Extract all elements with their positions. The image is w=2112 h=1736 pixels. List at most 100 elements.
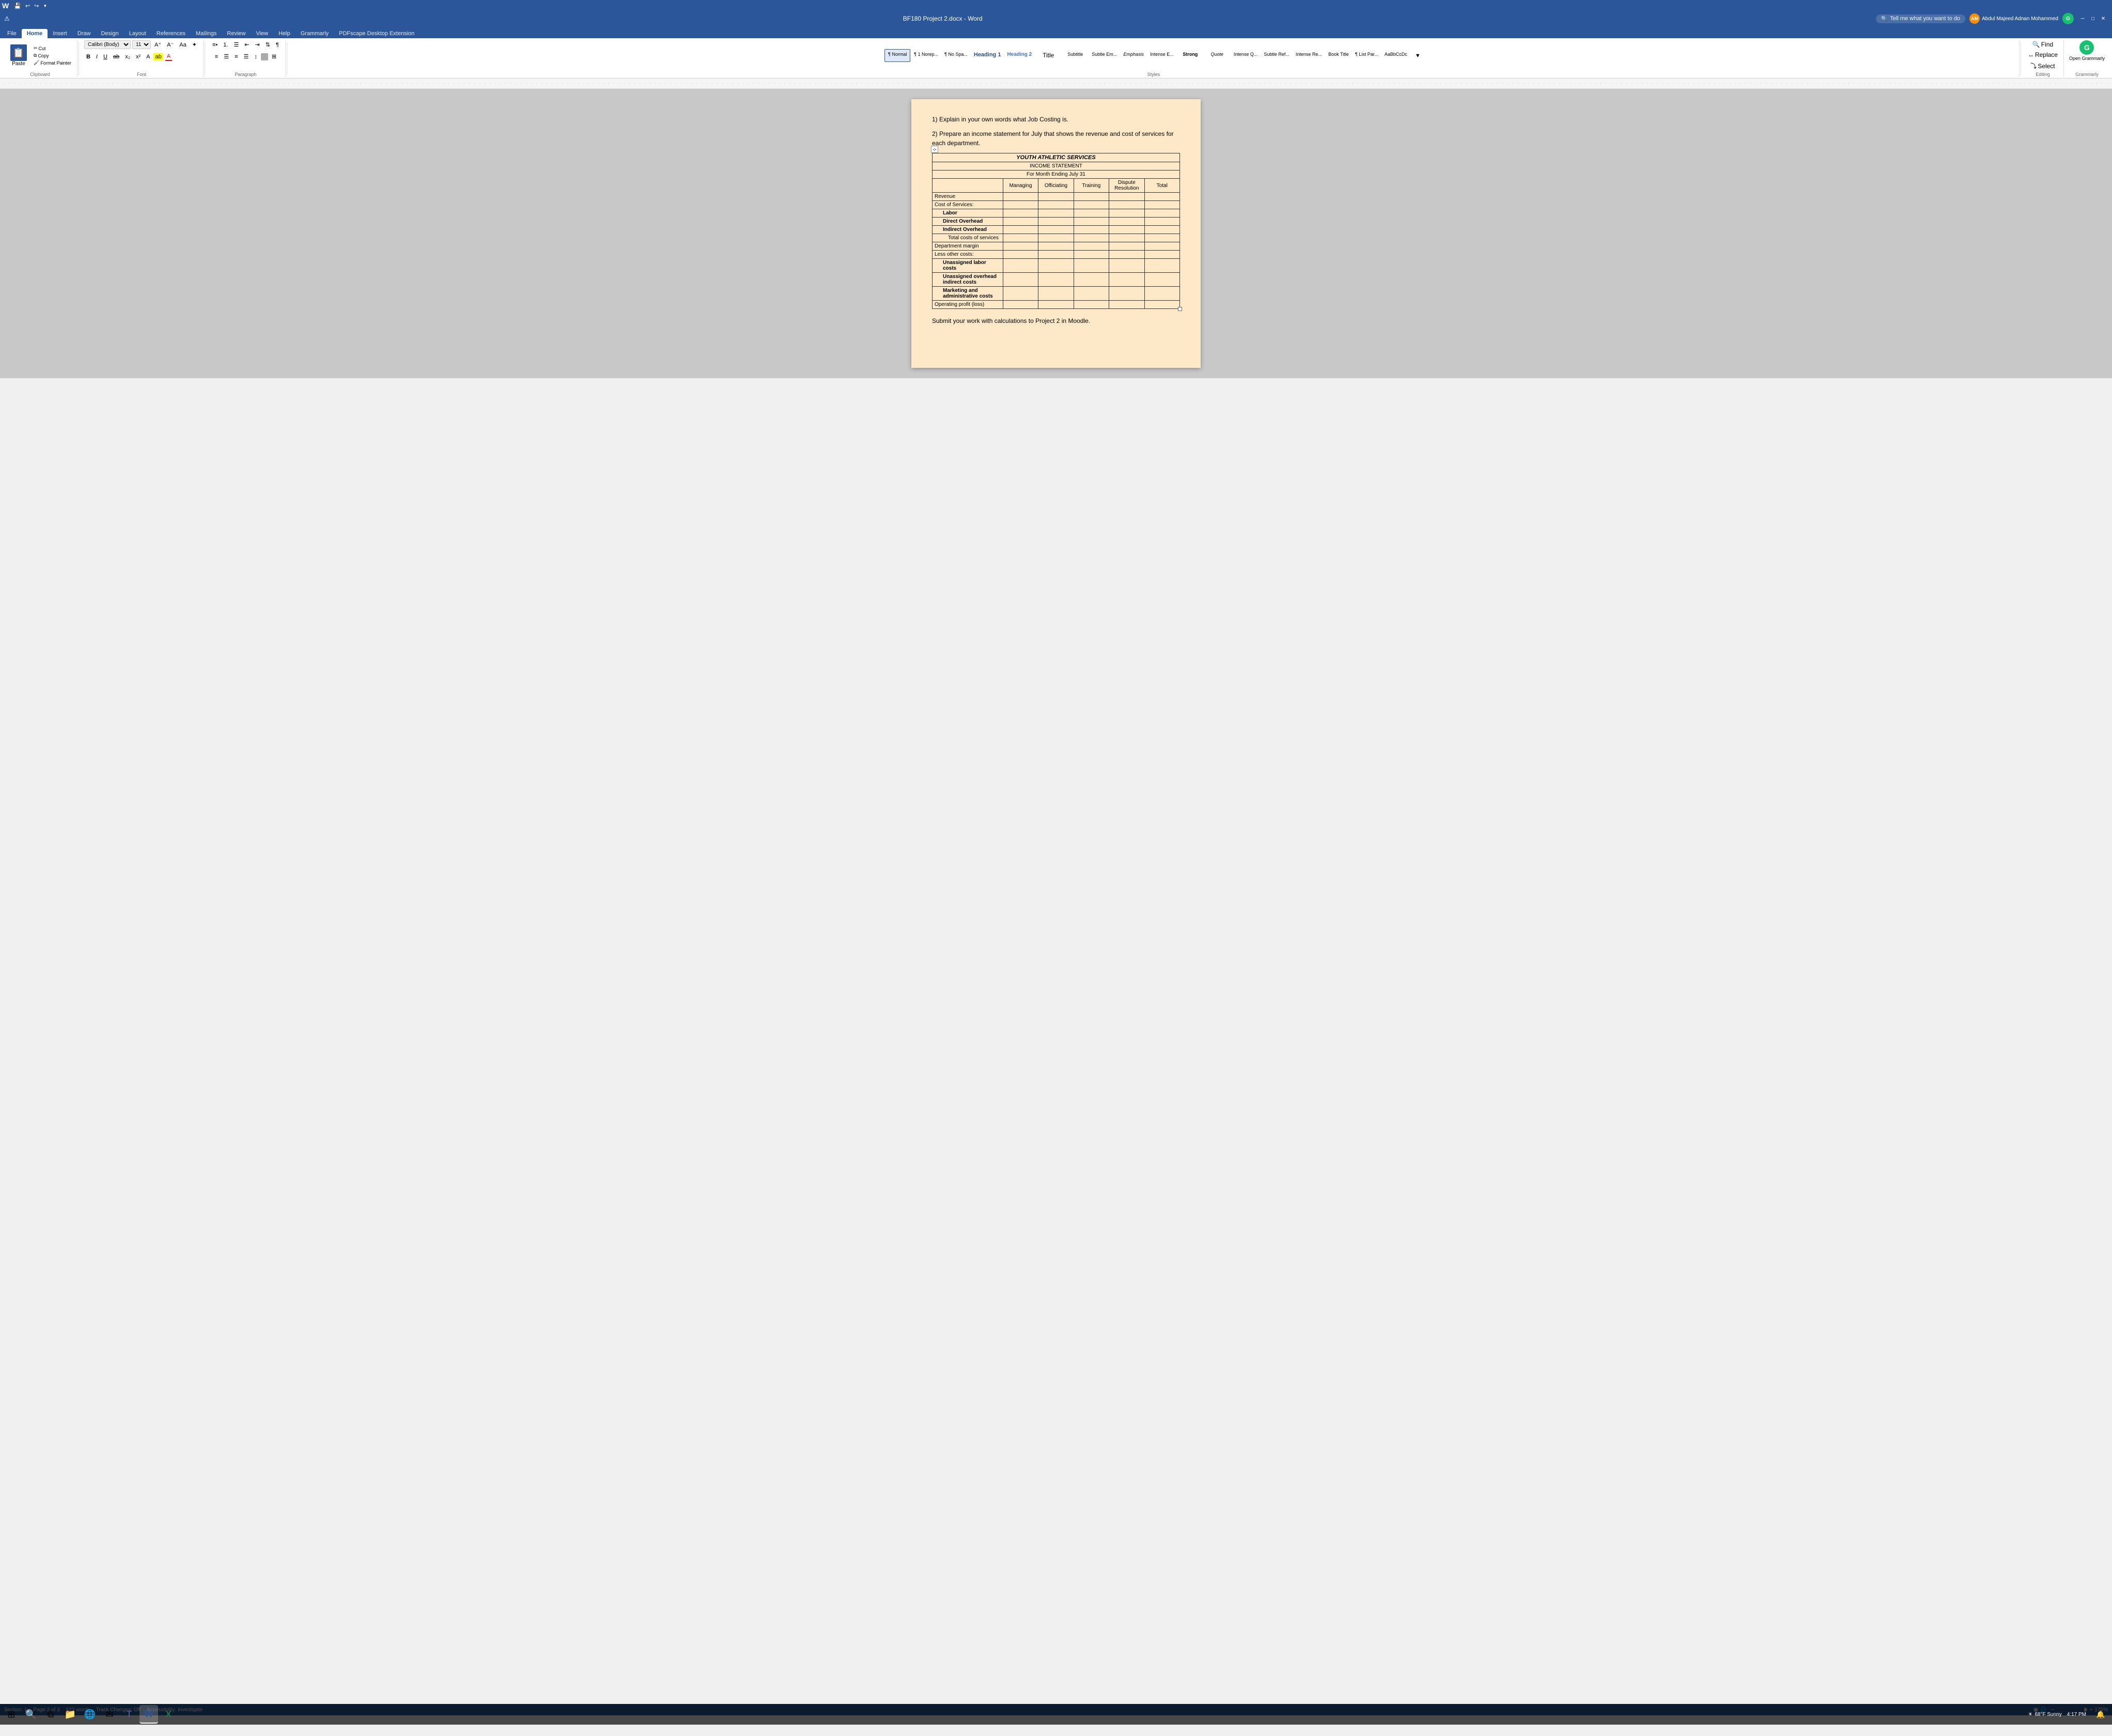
cell-io-dispute[interactable] <box>1109 226 1144 234</box>
cell-uo-managing[interactable] <box>1003 273 1038 287</box>
multilevel-button[interactable]: ☰ <box>231 40 241 49</box>
table-move-handle[interactable]: ⊹ <box>931 146 938 153</box>
font-size-select[interactable]: 11 <box>132 40 151 49</box>
close-button[interactable]: ✕ <box>2099 14 2108 23</box>
cell-op-dispute[interactable] <box>1109 301 1144 309</box>
tab-draw[interactable]: Draw <box>72 29 96 38</box>
cell-lo-training[interactable] <box>1074 251 1109 259</box>
search-taskbar-button[interactable]: 🔍 <box>22 1705 40 1724</box>
show-marks-button[interactable]: ¶ <box>274 41 281 49</box>
cell-op-training[interactable] <box>1074 301 1109 309</box>
shading-button[interactable] <box>261 53 268 60</box>
mail-button[interactable]: ✉ <box>100 1705 119 1724</box>
subscript-button[interactable]: x₂ <box>123 53 132 61</box>
style-h2[interactable]: Heading 2 <box>1004 49 1034 62</box>
underline-button[interactable]: U <box>101 53 110 61</box>
cell-dm-officiating[interactable] <box>1038 242 1074 251</box>
select-button[interactable]: ⤵ Select <box>2029 61 2056 71</box>
align-right-button[interactable]: ≡ <box>232 53 240 61</box>
sort-button[interactable]: ⇅ <box>263 40 272 49</box>
cell-labor-training[interactable] <box>1074 209 1109 218</box>
cut-button[interactable]: ✂ Cut <box>32 45 73 52</box>
line-spacing-button[interactable]: ↕ <box>252 53 259 61</box>
text-effect-button[interactable]: A <box>144 53 152 61</box>
cell-do-dispute[interactable] <box>1109 218 1144 226</box>
tab-mailings[interactable]: Mailings <box>191 29 222 38</box>
change-case-button[interactable]: Aa <box>177 41 188 49</box>
style-no-space[interactable]: ¶ 1 Norep... <box>911 49 941 62</box>
tab-layout[interactable]: Layout <box>124 29 151 38</box>
cell-labor-dispute[interactable] <box>1109 209 1144 218</box>
cell-ma-dispute[interactable] <box>1109 287 1144 301</box>
style-subtitle[interactable]: Subtitle <box>1062 49 1088 62</box>
cell-tc-officiating[interactable] <box>1038 234 1074 242</box>
cell-lo-dispute[interactable] <box>1109 251 1144 259</box>
style-extra[interactable]: AaBbCcDc <box>1382 49 1410 62</box>
cell-ul-officiating[interactable] <box>1038 259 1074 273</box>
cell-ma-total[interactable] <box>1144 287 1179 301</box>
cell-dm-training[interactable] <box>1074 242 1109 251</box>
user-info[interactable]: AM Abdul Majeed Adnan Mohammed <box>1969 13 2058 24</box>
maximize-button[interactable]: □ <box>2088 14 2098 23</box>
excel-taskbar-button[interactable]: X <box>159 1705 178 1724</box>
cell-dm-total[interactable] <box>1144 242 1179 251</box>
style-h1[interactable]: Heading 1 <box>971 49 1004 62</box>
cell-ul-managing[interactable] <box>1003 259 1038 273</box>
tab-pdfscape[interactable]: PDFscape Desktop Extension <box>334 29 420 38</box>
cell-ul-dispute[interactable] <box>1109 259 1144 273</box>
cell-op-officiating[interactable] <box>1038 301 1074 309</box>
style-subtle-em[interactable]: Subtle Em... <box>1089 49 1120 62</box>
styles-more-button[interactable]: ▼ <box>1413 52 1423 60</box>
cell-ma-managing[interactable] <box>1003 287 1038 301</box>
tab-home[interactable]: Home <box>22 29 48 38</box>
copy-button[interactable]: ⧉ Copy <box>32 52 73 59</box>
increase-font-button[interactable]: A⁺ <box>152 40 163 49</box>
cell-cos-training[interactable] <box>1074 201 1109 209</box>
numbering-button[interactable]: 1. <box>221 41 230 49</box>
cell-op-total[interactable] <box>1144 301 1179 309</box>
format-painter-button[interactable]: 🖌 Format Painter <box>32 59 73 66</box>
cell-do-officiating[interactable] <box>1038 218 1074 226</box>
cell-revenue-managing[interactable] <box>1003 193 1038 201</box>
cell-uo-training[interactable] <box>1074 273 1109 287</box>
style-title[interactable]: Title <box>1035 49 1061 62</box>
style-intense-q[interactable]: Intense Q... <box>1231 49 1261 62</box>
cell-ma-training[interactable] <box>1074 287 1109 301</box>
style-no-spacing[interactable]: ¶ No Spa... <box>942 49 970 62</box>
cell-ul-total[interactable] <box>1144 259 1179 273</box>
tab-design[interactable]: Design <box>96 29 123 38</box>
clear-format-button[interactable]: ✦ <box>190 40 199 49</box>
cell-io-training[interactable] <box>1074 226 1109 234</box>
notification-button[interactable]: 🔔 <box>2091 1705 2110 1724</box>
redo-button[interactable]: ↪ <box>33 2 40 10</box>
qat-more-button[interactable]: ▼ <box>42 3 48 9</box>
find-button[interactable]: 🔍 Find <box>2031 40 2055 49</box>
cell-lo-managing[interactable] <box>1003 251 1038 259</box>
cell-cos-dispute[interactable] <box>1109 201 1144 209</box>
superscript-button[interactable]: x² <box>134 53 143 61</box>
cell-io-total[interactable] <box>1144 226 1179 234</box>
cell-io-managing[interactable] <box>1003 226 1038 234</box>
cell-lo-officiating[interactable] <box>1038 251 1074 259</box>
cell-op-managing[interactable] <box>1003 301 1038 309</box>
style-emphasis[interactable]: Emphasis <box>1121 49 1146 62</box>
align-center-button[interactable]: ☰ <box>222 52 231 61</box>
teams-button[interactable]: T <box>120 1705 138 1724</box>
decrease-font-button[interactable]: A⁻ <box>165 40 176 49</box>
cell-dm-dispute[interactable] <box>1109 242 1144 251</box>
italic-button[interactable]: I <box>94 53 100 61</box>
cell-do-training[interactable] <box>1074 218 1109 226</box>
border-button[interactable]: ⊞ <box>270 52 278 61</box>
font-color-button[interactable]: A <box>165 52 173 61</box>
cell-ul-training[interactable] <box>1074 259 1109 273</box>
tab-review[interactable]: Review <box>222 29 251 38</box>
style-intense-em[interactable]: Intense E... <box>1147 49 1176 62</box>
style-subtle-ref[interactable]: Subtle Ref... <box>1261 49 1292 62</box>
start-button[interactable]: ⊞ <box>2 1705 21 1724</box>
cell-do-managing[interactable] <box>1003 218 1038 226</box>
minimize-button[interactable]: ─ <box>2078 14 2087 23</box>
open-grammarly-button[interactable]: G Open Grammarly <box>2069 40 2105 61</box>
cell-uo-dispute[interactable] <box>1109 273 1144 287</box>
cell-tc-total[interactable] <box>1144 234 1179 242</box>
tab-file[interactable]: File <box>2 29 22 38</box>
